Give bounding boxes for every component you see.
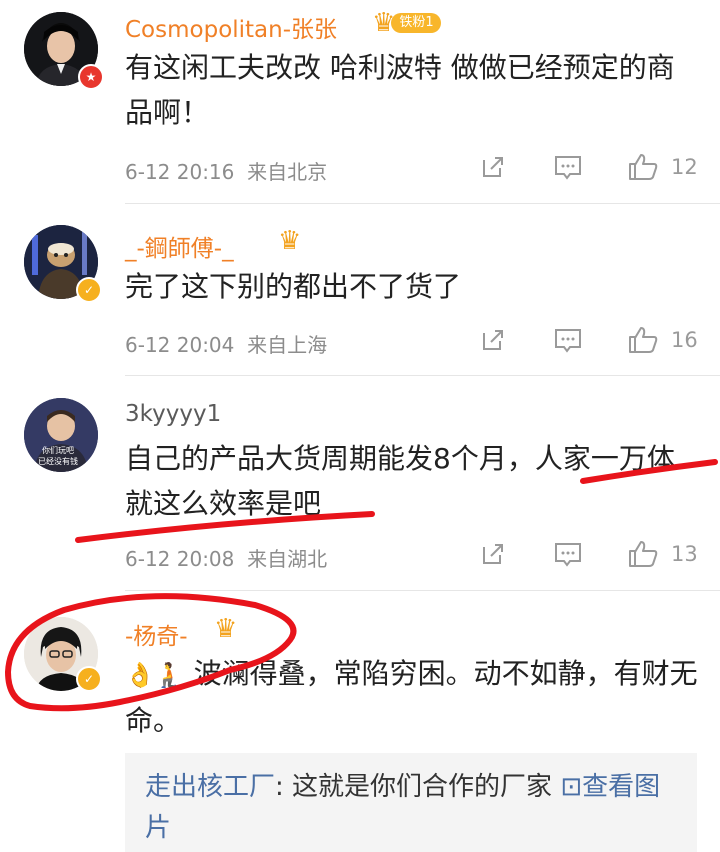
reply-preview[interactable]: 走出核工厂: 这就是你们合作的厂家 ⊡查看图片 <box>125 753 697 852</box>
fan-badge: ♛ 铁粉1 <box>372 10 441 36</box>
like-count: 12 <box>671 155 698 179</box>
comment-text: 👌🧎 波澜得叠，常陷穷困。动不如静，有财无命。 <box>125 657 698 737</box>
comment-text: 完了这下别的都出不了货了 <box>125 270 462 303</box>
reply-text: : 这就是你们合作的厂家 <box>275 772 553 802</box>
like-icon <box>629 327 658 353</box>
comment-item: ★ Cosmopolitan-张张 ♛ 铁粉1 有这闲工夫改改 哈利波特 做做已… <box>0 0 720 200</box>
emoji: 👌🧎 <box>125 661 185 689</box>
share-icon <box>483 157 503 177</box>
verified-badge-icon: ✓ <box>76 666 102 692</box>
like-icon <box>629 541 658 567</box>
comment-meta: 6-12 20:16 来自北京 <box>125 160 328 184</box>
share-icon <box>483 330 503 350</box>
comment-button[interactable] <box>553 154 583 182</box>
share-icon <box>483 544 503 564</box>
share-button[interactable] <box>480 327 506 353</box>
crown-icon: ♛ <box>214 614 238 644</box>
share-button[interactable] <box>480 541 506 567</box>
comment-username[interactable]: _-鋼師傅-_ <box>125 229 234 263</box>
comment-item: ✓ _-鋼師傅-_ ♛ 完了这下别的都出不了货了 6-12 20:04 来自上海… <box>0 204 720 374</box>
verified-badge-icon: ★ <box>78 64 104 90</box>
comment-text: 自己的产品大货周期能发8个月，人家一万体就这么效率是吧 <box>125 442 675 520</box>
comment-username[interactable]: 3kyyyy1 <box>125 401 221 427</box>
share-button[interactable] <box>480 154 506 180</box>
fan-badge: ♛ <box>278 228 301 254</box>
avatar-caption: 已经没有钱 <box>38 457 78 466</box>
like-icon <box>629 154 658 180</box>
reply-username[interactable]: 走出核工厂 <box>145 772 275 802</box>
like-button[interactable]: 16 <box>627 325 698 355</box>
comment-item: ✓ -杨奇- ♛ 👌🧎 波澜得叠，常陷穷困。动不如静，有财无命。 走出核工厂: … <box>0 591 720 852</box>
comment-text: 有这闲工夫改改 哈利波特 做做已经预定的商品啊！ <box>125 51 675 129</box>
like-button[interactable]: 12 <box>627 152 698 182</box>
comment-icon <box>555 543 581 567</box>
comment-item: 你们玩吧 已经没有钱 3kyyyy1 自己的产品大货周期能发8个月，人家一万体就… <box>0 376 720 588</box>
comment-icon <box>555 329 581 353</box>
fan-badge: ♛ <box>214 616 237 642</box>
comment-username[interactable]: -杨奇- <box>125 617 188 651</box>
comment-meta: 6-12 20:04 来自上海 <box>125 333 328 357</box>
like-count: 16 <box>671 328 698 352</box>
comment-meta: 6-12 20:08 来自湖北 <box>125 547 328 571</box>
verified-badge-icon: ✓ <box>76 277 102 303</box>
comment-username[interactable]: Cosmopolitan-张张 <box>125 10 337 44</box>
avatar-caption: 你们玩吧 <box>42 446 74 455</box>
like-count: 13 <box>671 542 698 566</box>
image-icon: ⊡ <box>560 772 583 802</box>
comment-icon <box>555 156 581 180</box>
avatar[interactable]: 你们玩吧 已经没有钱 <box>24 398 98 472</box>
crown-icon: ♛ <box>278 226 302 256</box>
comment-button[interactable] <box>553 541 583 569</box>
like-button[interactable]: 13 <box>627 539 698 569</box>
comment-button[interactable] <box>553 327 583 355</box>
